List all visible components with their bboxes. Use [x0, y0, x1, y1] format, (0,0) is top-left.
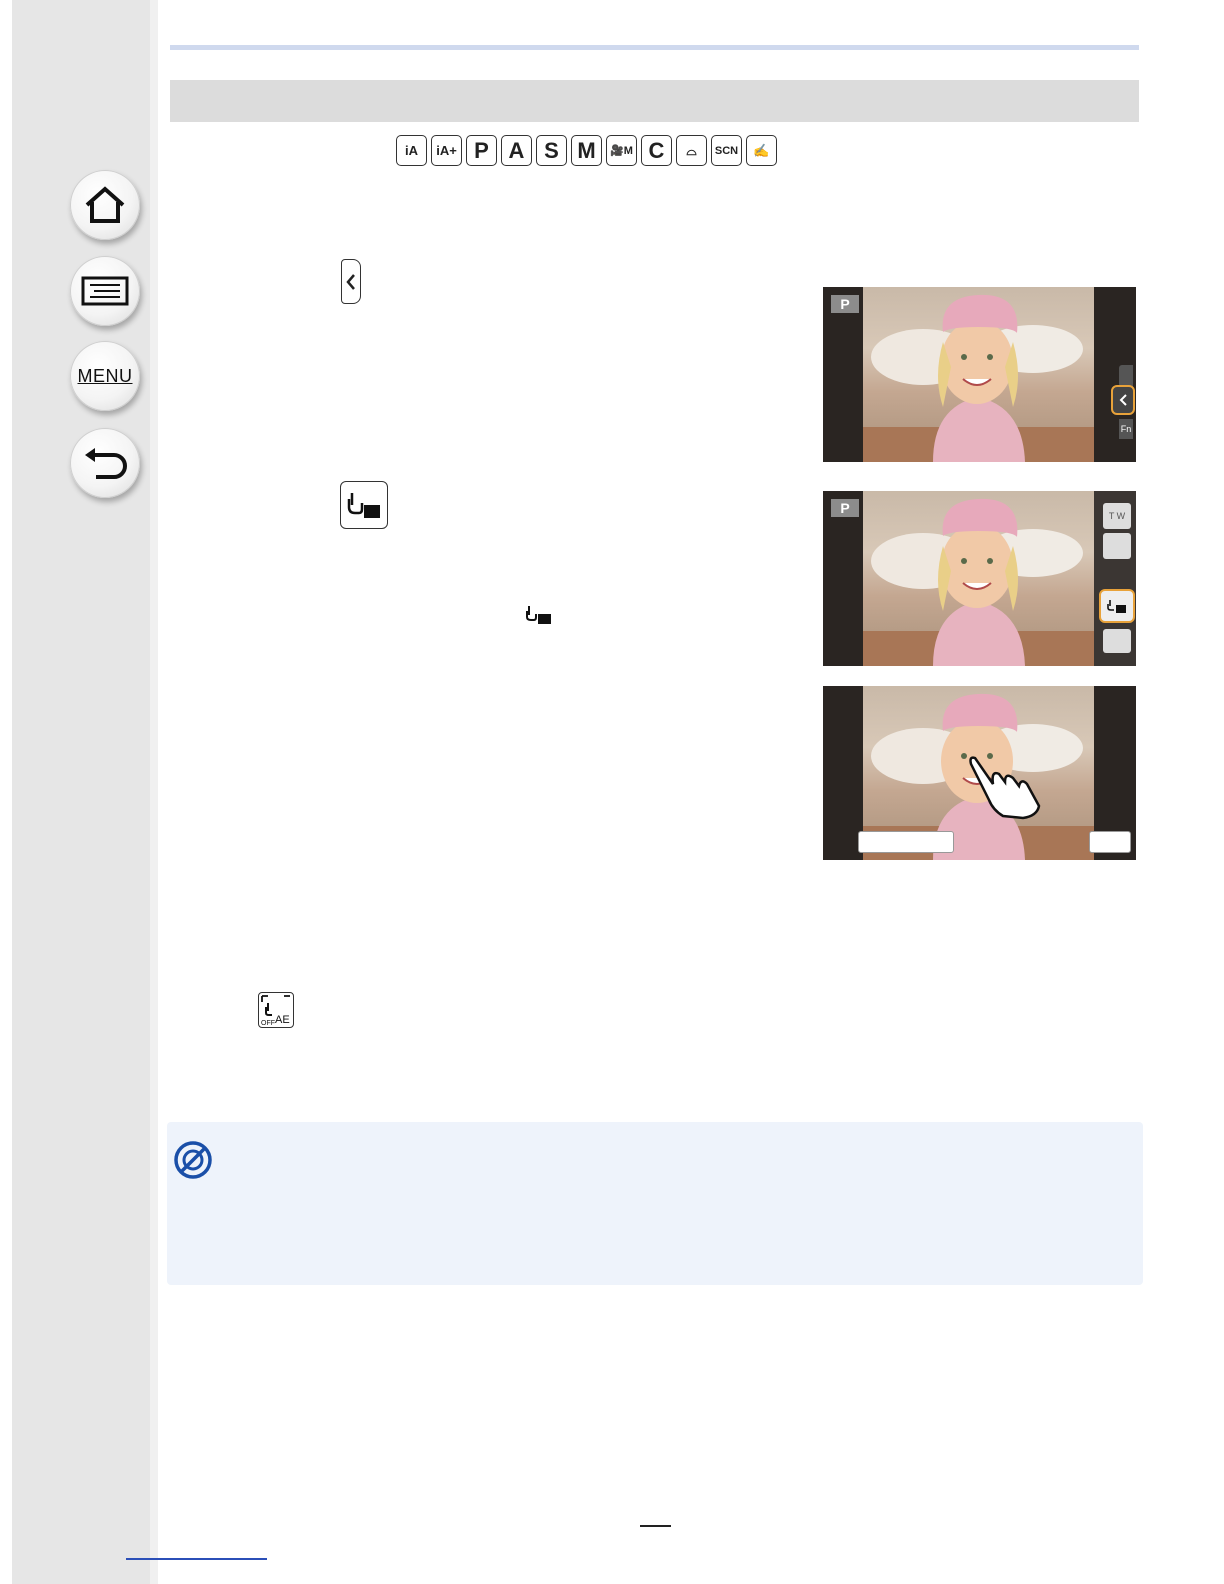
page-number-rule: [640, 1525, 671, 1527]
camera-screen-1: P Fn: [823, 287, 1136, 462]
chevron-left-icon: [346, 273, 355, 290]
chevron-left-icon: [1119, 394, 1127, 406]
side-tab-top: [1119, 365, 1133, 387]
touch-ae-off-icon: OFF AE: [261, 995, 290, 1027]
mode-icon-row: iA iA+ P A S M 🎥M C ⌓ SCN ✍: [396, 135, 777, 168]
ae-label: AE: [275, 1014, 290, 1026]
home-icon: [85, 186, 125, 223]
peaking-button[interactable]: [1103, 629, 1131, 653]
mode-badge: P: [831, 499, 859, 517]
left-gutter: [0, 0, 12, 1584]
touch-zoom-button[interactable]: T W: [1103, 503, 1131, 529]
list-icon: [81, 276, 129, 306]
fn-tab: Fn: [1119, 419, 1133, 439]
touch-ae-button-highlight[interactable]: [1099, 589, 1135, 623]
touch-ae-inline-icon: [526, 606, 551, 624]
off-label: OFF: [261, 1020, 275, 1027]
section-title-bar: [170, 80, 1139, 122]
note-box: [167, 1122, 1143, 1285]
touch-ae-step-icon: [340, 481, 388, 529]
back-button[interactable]: [70, 428, 140, 498]
touch-shutter-off-button[interactable]: [1103, 533, 1131, 559]
contents-button[interactable]: [70, 256, 140, 326]
custom-mode-icon: C: [641, 135, 672, 166]
touch-tab-highlight[interactable]: [1111, 385, 1135, 415]
child-illustration: [863, 294, 1094, 462]
reset-button[interactable]: [858, 831, 954, 853]
creative-video-icon: 🎥M: [606, 135, 637, 166]
touch-ae-icon: [1107, 600, 1126, 613]
camera-screen-3: [823, 686, 1136, 860]
menu-label: MENU: [77, 365, 133, 386]
camera-screen-2: P T W: [823, 491, 1136, 666]
touch-tab-icon: [341, 259, 361, 304]
home-button[interactable]: [70, 170, 140, 240]
scene-guide-icon: SCN: [711, 135, 742, 166]
footer-link[interactable]: [126, 1558, 267, 1560]
photo-child-chef: [863, 491, 1094, 666]
creative-control-icon: ✍: [746, 135, 777, 166]
aperture-priority-icon: A: [501, 135, 532, 166]
touch-hand-icon: [969, 756, 1041, 820]
intelligent-auto-icon: iA: [396, 135, 427, 166]
photo-child-chef: [863, 287, 1094, 462]
set-button[interactable]: [1089, 831, 1131, 853]
mode-badge: P: [831, 295, 859, 313]
manual-mode-icon: M: [571, 135, 602, 166]
program-mode-icon: P: [466, 135, 497, 166]
sidebar: [12, 0, 158, 1584]
not-available-icon: [174, 1141, 212, 1179]
back-arrow-icon: [85, 448, 127, 479]
child-illustration: [863, 498, 1094, 666]
header-rule: [170, 45, 1139, 50]
menu-button[interactable]: MENU: [70, 341, 140, 411]
touch-ae-off-icon-box: OFF AE: [258, 992, 294, 1028]
panorama-icon: ⌓: [676, 135, 707, 166]
touch-ae-icon: [347, 493, 380, 518]
shutter-priority-icon: S: [536, 135, 567, 166]
intelligent-auto-plus-icon: iA+: [431, 135, 462, 166]
